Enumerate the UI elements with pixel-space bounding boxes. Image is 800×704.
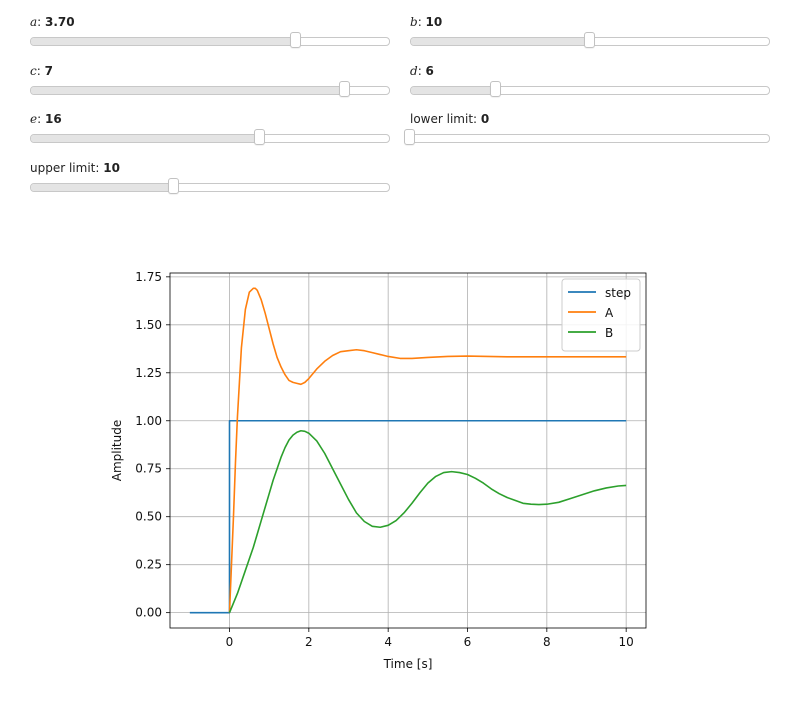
x-axis-label: Time [s] xyxy=(383,657,433,671)
slider-text-label: upper limit xyxy=(30,161,96,175)
slider-value: 3.70 xyxy=(45,15,75,29)
slider-c[interactable]: c: 7 xyxy=(30,63,390,107)
y-tick-label: 1.50 xyxy=(135,318,162,332)
slider-handle[interactable] xyxy=(490,81,502,97)
slider-symbol: c xyxy=(30,64,37,78)
slider-symbol: a xyxy=(30,15,38,29)
slider-fill xyxy=(411,38,591,45)
slider-value: 10 xyxy=(425,15,443,29)
slider-e[interactable]: e: 16 xyxy=(30,111,390,155)
slider-track[interactable] xyxy=(410,134,770,143)
y-axis-label: Amplitude xyxy=(110,420,124,482)
x-tick-label: 6 xyxy=(464,635,472,649)
slider-value: 7 xyxy=(44,64,53,78)
slider-fill xyxy=(31,38,298,45)
slider-label: upper limit: 10 xyxy=(30,161,120,175)
slider-value: 16 xyxy=(44,112,62,126)
x-tick-label: 0 xyxy=(226,635,234,649)
series-lines xyxy=(189,287,627,614)
legend-label: step xyxy=(605,286,631,300)
slider-lower-limit[interactable]: lower limit: 0 xyxy=(404,111,770,155)
slider-track[interactable] xyxy=(30,134,390,143)
slider-d[interactable]: d: 6 xyxy=(410,63,770,107)
y-tick-label: 1.25 xyxy=(135,366,162,380)
slider-symbol: b xyxy=(410,15,418,29)
slider-panel: a: 3.70 b: 10 c: 7 d: 6 e: 16 lower limi… xyxy=(0,0,800,210)
slider-handle[interactable] xyxy=(339,81,350,97)
y-tick-label: 0.25 xyxy=(135,558,162,572)
slider-track[interactable] xyxy=(30,183,390,192)
slider-handle[interactable] xyxy=(290,32,302,48)
y-tick-label: 1.00 xyxy=(135,414,162,428)
legend-label: A xyxy=(605,306,614,320)
y-tick-label: 0.00 xyxy=(135,606,162,620)
slider-label: d: 6 xyxy=(410,64,434,78)
y-tick-label: 0.50 xyxy=(135,510,162,524)
slider-b[interactable]: b: 10 xyxy=(410,14,770,58)
slider-fill xyxy=(31,184,175,191)
slider-label: e: 16 xyxy=(30,112,62,126)
x-tick-label: 2 xyxy=(305,635,313,649)
axis-ticks: 0 2 4 6 8 10 0.00 0.25 0.50 0.75 1.00 1.25 1.50 1.75 xyxy=(135,270,634,649)
slider-label: lower limit: 0 xyxy=(410,112,490,126)
step-response-chart: 0 2 4 6 8 100.000.250.500.751.001.251.501.75 … xyxy=(110,270,647,671)
x-tick-label: 4 xyxy=(384,635,392,649)
slider-label: a: 3.70 xyxy=(30,15,75,29)
slider-label: c: 7 xyxy=(30,64,53,78)
y-tick-label: 1.75 xyxy=(135,270,162,284)
slider-upper-limit[interactable]: upper limit: 10 xyxy=(30,160,390,204)
slider-label: b: 10 xyxy=(410,15,443,29)
slider-handle[interactable] xyxy=(168,178,179,194)
slider-value: 6 xyxy=(425,64,434,78)
legend: step AB xyxy=(561,278,641,352)
slider-a[interactable]: a: 3.70 xyxy=(30,14,390,58)
slider-handle[interactable] xyxy=(404,129,415,145)
y-tick-label: 0.75 xyxy=(135,462,162,476)
legend-label: B xyxy=(605,326,613,340)
series-line-b xyxy=(228,429,627,613)
x-tick-label: 10 xyxy=(619,635,634,649)
slider-track[interactable] xyxy=(30,37,390,46)
slider-fill xyxy=(411,87,498,94)
slider-fill xyxy=(31,135,262,142)
slider-handle[interactable] xyxy=(584,32,595,48)
plot-area: 0 2 4 6 8 10 0.00 0.25 0.50 0.75 1.00 1.25 1.50 1.75 … xyxy=(0,255,800,704)
slider-fill xyxy=(31,87,346,94)
slider-text-label: lower limit xyxy=(410,112,474,126)
slider-track[interactable] xyxy=(410,86,770,95)
slider-value: 10 xyxy=(103,161,120,175)
slider-handle[interactable] xyxy=(254,129,266,145)
x-tick-label: 8 xyxy=(543,635,551,649)
slider-symbol: d xyxy=(410,64,418,78)
slider-value: 0 xyxy=(480,112,490,126)
slider-symbol: e xyxy=(30,112,38,126)
slider-track[interactable] xyxy=(30,86,390,95)
